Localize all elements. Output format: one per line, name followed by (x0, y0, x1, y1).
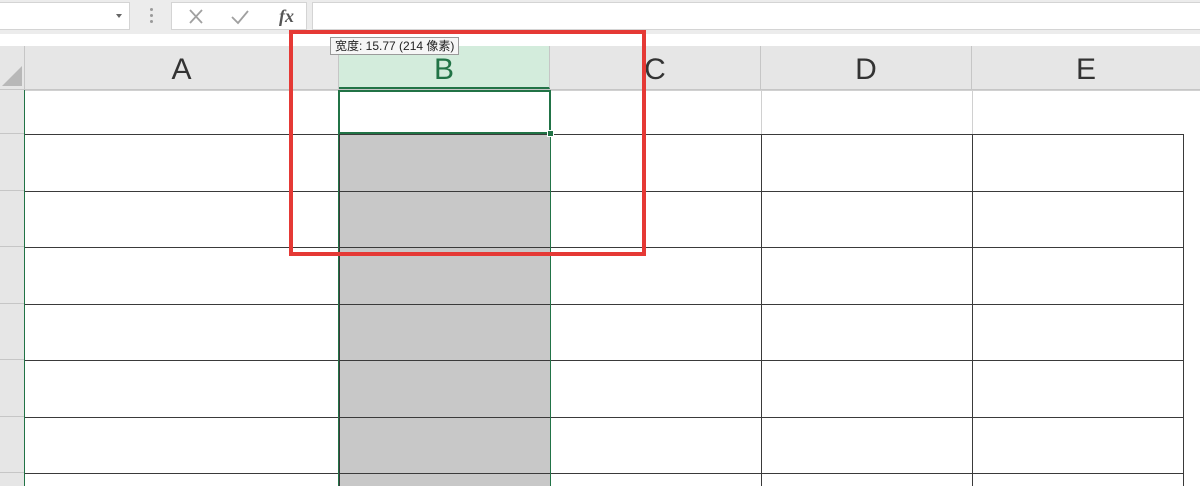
row-header[interactable] (0, 360, 25, 417)
formula-input[interactable] (312, 2, 1200, 30)
chevron-down-icon[interactable] (116, 14, 122, 18)
table-border (761, 134, 762, 486)
row-header[interactable] (0, 473, 25, 486)
x-icon[interactable] (184, 6, 208, 28)
drag-handle-icon[interactable] (150, 8, 153, 24)
row-header[interactable] (0, 247, 25, 304)
row-header[interactable] (0, 191, 25, 247)
name-box[interactable] (0, 2, 130, 30)
gridline (761, 90, 762, 134)
column-header-e[interactable]: E (972, 46, 1200, 89)
table-border (25, 360, 1183, 361)
insert-function-button[interactable]: fx (279, 6, 294, 27)
select-all-button[interactable] (0, 46, 25, 89)
table-border (25, 417, 1183, 418)
row-header[interactable] (0, 90, 25, 134)
row-header[interactable] (0, 304, 25, 360)
table-border (25, 304, 1183, 305)
table-border (25, 473, 1183, 474)
table-border (1183, 134, 1184, 486)
checkmark-icon[interactable] (228, 6, 252, 28)
column-header-d[interactable]: D (761, 46, 972, 89)
annotation-highlight-box (289, 30, 646, 256)
row-header[interactable] (0, 417, 25, 473)
select-all-triangle-icon (2, 66, 22, 86)
formula-bar: fx (0, 0, 1200, 34)
row-header-selection-edge (24, 90, 25, 486)
row-header-strip (0, 90, 25, 486)
gridline (972, 90, 973, 134)
table-border (972, 134, 973, 486)
formula-buttons: fx (171, 2, 307, 30)
row-header[interactable] (0, 134, 25, 191)
